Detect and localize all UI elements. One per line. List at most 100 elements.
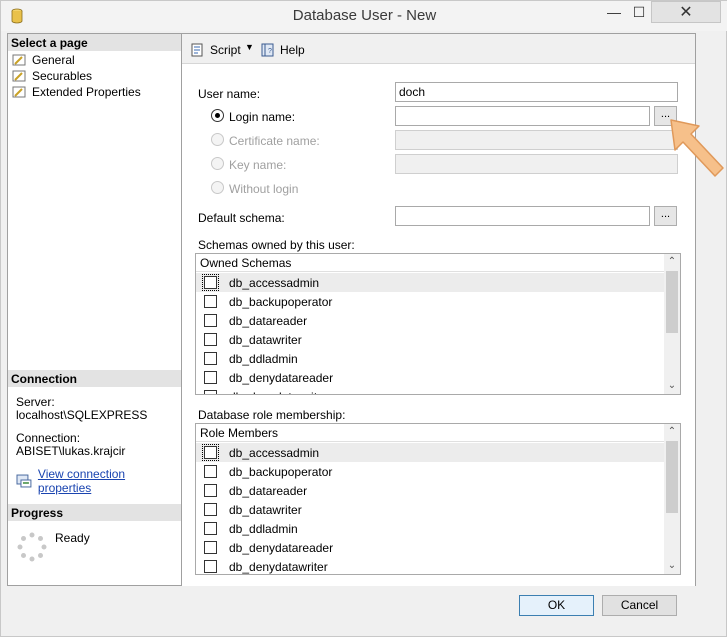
table-row[interactable]: db_accessadmin	[196, 443, 664, 462]
row-checkbox[interactable]	[204, 295, 217, 308]
page-item-extended-properties[interactable]: Extended Properties	[12, 85, 141, 99]
row-label: db_accessadmin	[229, 275, 320, 290]
user-name-input[interactable]: doch	[395, 82, 678, 102]
key-name-label: Key name:	[229, 158, 287, 172]
table-row[interactable]: db_denydatawriter	[196, 557, 664, 574]
without-login-label: Without login	[229, 182, 299, 196]
key-name-radio[interactable]	[211, 157, 224, 170]
row-label: db_denydatareader	[229, 370, 334, 385]
table-row[interactable]: db_ddladmin	[196, 349, 664, 368]
row-label: db_backupoperator	[229, 464, 333, 479]
without-login-radio[interactable]	[211, 181, 224, 194]
row-label: db_datareader	[229, 313, 308, 328]
script-dropdown-arrow[interactable]: ▼	[245, 42, 254, 52]
svg-text:?: ?	[268, 48, 272, 55]
default-schema-browse-button[interactable]: ...	[654, 206, 677, 226]
scroll-up-icon[interactable]: ⌃	[664, 254, 680, 270]
view-connection-properties-label: View connection properties	[37, 467, 126, 495]
roles-scrollbar[interactable]: ⌃ ⌄	[664, 424, 680, 574]
script-button[interactable]: Script	[190, 42, 241, 58]
callout-arrow-icon	[670, 119, 724, 177]
progress-status: Ready	[55, 531, 90, 545]
certificate-name-input	[395, 130, 678, 150]
row-checkbox[interactable]	[202, 274, 219, 291]
role-members-column-header[interactable]: Role Members	[196, 424, 664, 442]
row-checkbox[interactable]	[204, 333, 217, 346]
ok-button[interactable]: OK	[519, 595, 594, 616]
login-name-radio[interactable]	[211, 109, 224, 122]
table-row[interactable]: db_datareader	[196, 481, 664, 500]
owned-schemas-column-header[interactable]: Owned Schemas	[196, 254, 664, 272]
left-pane: Select a page General Securables Extende…	[7, 33, 182, 586]
cancel-button[interactable]: Cancel	[602, 595, 677, 616]
scroll-down-icon[interactable]: ⌄	[664, 558, 680, 574]
view-connection-properties-link[interactable]: View connection properties	[16, 467, 181, 495]
connection-value: ABISET\lukas.krajcir	[16, 444, 126, 458]
table-row[interactable]: db_ddladmin	[196, 519, 664, 538]
scroll-down-icon[interactable]: ⌄	[664, 378, 680, 394]
table-row[interactable]: db_datareader	[196, 311, 664, 330]
table-row[interactable]: db_datawriter	[196, 330, 664, 349]
row-checkbox[interactable]	[204, 465, 217, 478]
select-page-header: Select a page	[8, 34, 181, 51]
progress-spinner-icon	[17, 532, 47, 562]
connection-properties-icon	[16, 474, 32, 488]
schemas-owned-caption: Schemas owned by this user:	[198, 238, 355, 252]
row-checkbox[interactable]	[204, 352, 217, 365]
default-schema-label: Default schema:	[198, 211, 285, 225]
row-checkbox[interactable]	[204, 390, 217, 394]
row-checkbox[interactable]	[202, 444, 219, 461]
page-item-label: Extended Properties	[32, 85, 141, 99]
server-value: localhost\SQLEXPRESS	[16, 408, 148, 422]
database-user-dialog: Database User - New — ☐ ✕ Select a page …	[0, 0, 727, 637]
login-name-input[interactable]	[395, 106, 650, 126]
row-label: db_datawriter	[229, 332, 302, 347]
table-row[interactable]: db_datawriter	[196, 500, 664, 519]
default-schema-input[interactable]	[395, 206, 650, 226]
row-checkbox[interactable]	[204, 371, 217, 384]
role-membership-grid[interactable]: Role Members db_accessadmin db_backupope…	[195, 423, 681, 575]
progress-header: Progress	[8, 504, 181, 521]
row-label: db_denydatawriter	[229, 559, 328, 574]
toolbar: Script ▼ ? Help	[182, 34, 695, 64]
schemas-owned-grid[interactable]: Owned Schemas db_accessadmin db_backupop…	[195, 253, 681, 395]
certificate-name-radio[interactable]	[211, 133, 224, 146]
table-row[interactable]: db_denydatareader	[196, 538, 664, 557]
certificate-name-label: Certificate name:	[229, 134, 320, 148]
schemas-scrollbar[interactable]: ⌃ ⌄	[664, 254, 680, 394]
row-label: db_accessadmin	[229, 445, 320, 460]
page-item-label: General	[32, 53, 75, 67]
table-row[interactable]: db_accessadmin	[196, 273, 664, 292]
row-label: db_backupoperator	[229, 294, 333, 309]
row-checkbox[interactable]	[204, 314, 217, 327]
table-row[interactable]: db_denydatawriter	[196, 387, 664, 395]
close-button[interactable]: ✕	[651, 1, 721, 23]
row-label: db_ddladmin	[229, 521, 298, 536]
page-item-securables[interactable]: Securables	[12, 69, 92, 83]
key-name-input	[395, 154, 678, 174]
scroll-thumb[interactable]	[666, 271, 678, 333]
help-book-icon: ?	[261, 43, 274, 57]
table-row[interactable]: db_denydatareader	[196, 368, 664, 387]
wrench-page-icon	[12, 54, 26, 66]
script-icon	[191, 43, 203, 57]
table-row[interactable]: db_backupoperator	[196, 292, 664, 311]
login-name-label: Login name:	[229, 110, 296, 124]
row-checkbox[interactable]	[204, 541, 217, 554]
title-bar[interactable]: Database User - New — ☐ ✕	[1, 1, 727, 31]
row-label: db_denydatawriter	[229, 390, 328, 395]
user-name-label: User name:	[198, 87, 261, 101]
row-checkbox[interactable]	[204, 484, 217, 497]
help-label: Help	[280, 43, 305, 57]
row-label: db_datawriter	[229, 502, 302, 517]
wrench-page-icon	[12, 70, 26, 82]
row-checkbox[interactable]	[204, 503, 217, 516]
help-button[interactable]: ? Help	[260, 42, 305, 58]
scroll-thumb[interactable]	[666, 441, 678, 513]
row-checkbox[interactable]	[204, 522, 217, 535]
script-label: Script	[210, 43, 241, 57]
scroll-up-icon[interactable]: ⌃	[664, 424, 680, 440]
table-row[interactable]: db_backupoperator	[196, 462, 664, 481]
page-item-general[interactable]: General	[12, 53, 75, 67]
row-checkbox[interactable]	[204, 560, 217, 573]
